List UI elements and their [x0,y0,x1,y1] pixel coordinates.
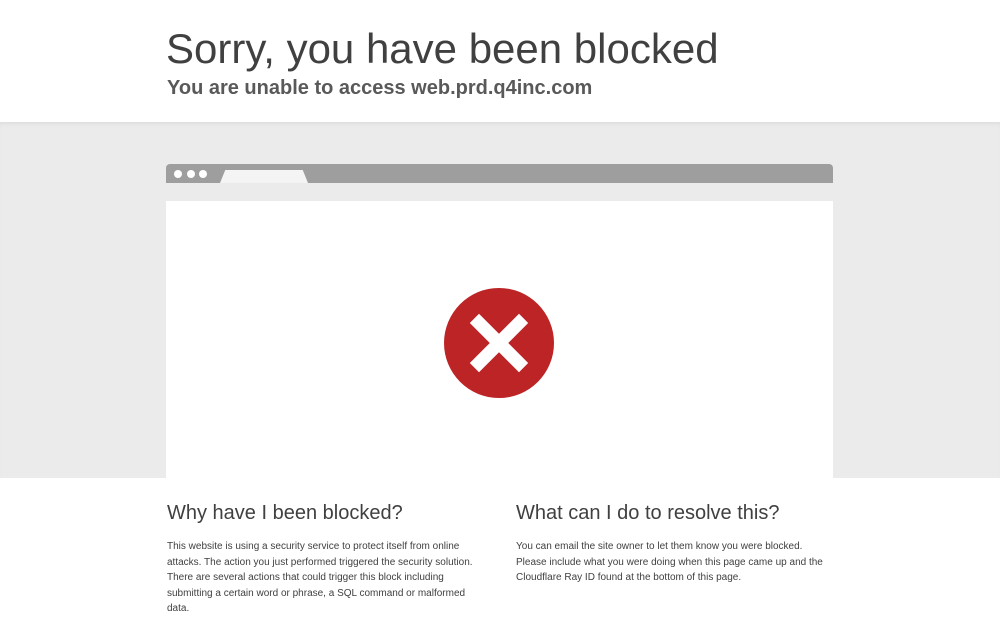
why-blocked-text: This website is using a security service… [167,541,473,615]
browser-tab-shape [220,170,308,183]
browser-dot-icon [187,170,195,178]
resolve-text: You can email the site owner to let them… [516,541,823,584]
resolve-heading: What can I do to resolve this? [516,502,780,524]
why-blocked-heading: Why have I been blocked? [167,502,403,524]
page-subtitle: You are unable to access web.prd.q4inc.c… [167,77,593,99]
browser-dot-icon [199,170,207,178]
page-title: Sorry, you have been blocked [166,25,719,72]
why-blocked-section: Why have I been blocked? This website is… [167,500,483,617]
browser-illustration-bar [166,164,833,183]
browser-illustration-window [166,201,833,479]
browser-dot-icon [174,170,182,178]
page-header: Sorry, you have been blocked You are una… [0,0,1000,122]
blocked-x-icon [444,288,554,398]
resolve-section: What can I do to resolve this? You can e… [516,500,832,586]
